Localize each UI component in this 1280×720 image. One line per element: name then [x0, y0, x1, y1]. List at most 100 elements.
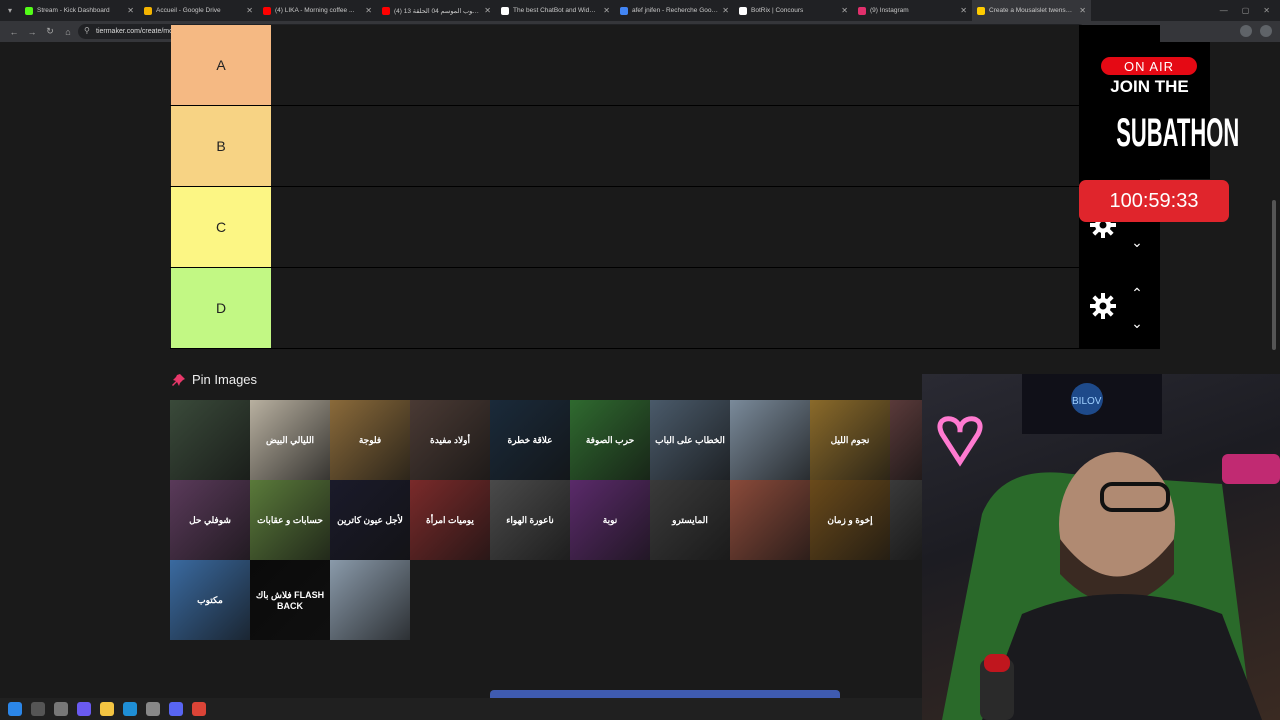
chevron-down-icon[interactable]: ⌄ [1127, 316, 1147, 330]
browser-tab[interactable]: afef jnifen - Recherche Google ✕ [615, 0, 734, 21]
thumbnail-caption: علاقة خطرة [507, 434, 553, 445]
series-thumbnail[interactable] [170, 400, 250, 480]
windows-taskbar [0, 698, 922, 720]
tab-favicon-icon [501, 6, 509, 15]
thumbnail-caption: أولاد مفيدة [429, 434, 471, 445]
series-thumbnail[interactable]: فلاش باك FLASH BACK [250, 560, 330, 640]
browser-tab[interactable]: BotRix | Concours ✕ [734, 0, 853, 21]
tab-title: (4) LIKA - Morning coffee ... [275, 7, 355, 14]
tier-row: D ⌃ ⌄ [170, 268, 1160, 349]
tab-title: (4) مكتوب الموسم 04 الحلقة 13 [394, 7, 481, 15]
browser-tab[interactable]: (9) Instagram ✕ [853, 0, 972, 21]
tier-label[interactable]: A [171, 25, 271, 105]
tier-label-text: D [215, 300, 227, 316]
tab-close-icon[interactable]: ✕ [841, 6, 848, 15]
back-icon[interactable]: ← [8, 27, 20, 37]
tab-title: The best ChatBot and Widget... [513, 7, 600, 14]
series-thumbnail[interactable] [330, 560, 410, 640]
series-thumbnail[interactable]: أولاد مفيدة [410, 400, 490, 480]
series-thumbnail[interactable]: ناعورة الهواء [490, 480, 570, 560]
windows-start-icon[interactable] [8, 702, 22, 716]
tab-close-icon[interactable]: ✕ [1079, 6, 1086, 15]
series-thumbnail[interactable] [730, 400, 810, 480]
tier-drop-zone[interactable] [271, 268, 1079, 348]
chevron-up-icon[interactable]: ⌃ [1127, 286, 1147, 300]
tier-label-text: A [216, 57, 226, 73]
tier-label[interactable]: D [171, 268, 271, 348]
browser-tab[interactable]: Stream - Kick Dashboard ✕ [20, 0, 139, 21]
tier-label[interactable]: C [171, 187, 271, 267]
tab-search-icon[interactable]: ▾ [0, 0, 20, 21]
series-thumbnail[interactable]: مكتوب [170, 560, 250, 640]
series-thumbnail[interactable]: المايسترو [650, 480, 730, 560]
subathon-overlay: ON AIR JOIN THE SUBATHON [1089, 42, 1240, 179]
tier-label-text: C [215, 219, 227, 235]
series-thumbnail[interactable] [730, 480, 810, 560]
tab-close-icon[interactable]: ✕ [960, 6, 967, 15]
series-thumbnail[interactable]: الليالي البيض [250, 400, 330, 480]
maximize-icon[interactable]: ▢ [1242, 6, 1250, 15]
close-icon[interactable]: ✕ [1263, 6, 1270, 15]
site-info-icon[interactable]: ⚲ [84, 26, 90, 35]
svg-text:BILOV: BILOV [1072, 396, 1102, 407]
series-thumbnail[interactable]: علاقة خطرة [490, 400, 570, 480]
webcam-image: BILOV [937, 374, 1280, 720]
minimize-icon[interactable]: — [1220, 6, 1228, 15]
reload-icon[interactable]: ↻ [44, 26, 56, 37]
series-thumbnail[interactable] [890, 400, 922, 480]
extension-icon[interactable] [1240, 25, 1252, 37]
thumbnail-caption: نجوم الليل [830, 434, 870, 445]
series-thumbnail[interactable]: إخوة و زمان [810, 480, 890, 560]
series-thumbnail[interactable] [890, 480, 922, 560]
series-thumbnail[interactable]: يوميات امرأة [410, 480, 490, 560]
forward-icon[interactable]: → [26, 27, 38, 37]
chrome-icon[interactable] [192, 702, 206, 716]
browser-tab[interactable]: Create a Mousalslet twensa T... ✕ [972, 0, 1091, 21]
search-icon[interactable] [31, 702, 45, 716]
tab-title: (9) Instagram [870, 7, 909, 14]
chevron-down-icon[interactable]: ⌄ [1127, 235, 1147, 249]
tier-drop-zone[interactable] [271, 25, 1079, 105]
series-thumbnail[interactable]: شوفلي حل [170, 480, 250, 560]
home-icon[interactable]: ⌂ [62, 27, 74, 37]
discord-icon[interactable] [169, 702, 183, 716]
series-thumbnail[interactable]: حسابات و عقابات [250, 480, 330, 560]
tab-close-icon[interactable]: ✕ [484, 6, 491, 15]
page-scrollbar[interactable] [1272, 200, 1276, 350]
series-thumbnail[interactable]: نجوم الليل [810, 400, 890, 480]
browser-tab-strip: ▾ Stream - Kick Dashboard ✕ Accueil - Goog… [0, 0, 1280, 21]
save-button-bar[interactable] [490, 690, 840, 698]
thumbnail-caption: المايسترو [672, 514, 708, 525]
tab-favicon-icon [25, 6, 33, 15]
tier-label[interactable]: B [171, 106, 271, 186]
tab-close-icon[interactable]: ✕ [603, 6, 610, 15]
file-explorer-icon[interactable] [100, 702, 114, 716]
series-thumbnail[interactable]: حرب الصوفة [570, 400, 650, 480]
series-thumbnail[interactable]: الخطاب على الباب [650, 400, 730, 480]
browser-tab[interactable]: Accueil - Google Drive ✕ [139, 0, 258, 21]
tab-favicon-icon [739, 6, 747, 15]
tab-close-icon[interactable]: ✕ [246, 6, 253, 15]
tab-close-icon[interactable]: ✕ [365, 6, 372, 15]
pin-images-header: Pin Images [172, 372, 257, 387]
settings-icon[interactable] [146, 702, 160, 716]
tab-favicon-icon [144, 6, 152, 15]
gear-icon[interactable] [1089, 292, 1117, 320]
edge-icon[interactable] [123, 702, 137, 716]
tier-drop-zone[interactable] [271, 187, 1079, 267]
pin-images-title: Pin Images [192, 372, 258, 387]
subathon-text: SUBATHON [1116, 111, 1240, 155]
browser-tab[interactable]: The best ChatBot and Widget... ✕ [496, 0, 615, 21]
task-view-icon[interactable] [54, 702, 68, 716]
series-thumbnail[interactable]: فلوجة [330, 400, 410, 480]
series-thumbnail[interactable]: لأجل عيون كاترين [330, 480, 410, 560]
browser-tab[interactable]: (4) LIKA - Morning coffee ... ✕ [258, 0, 377, 21]
copilot-icon[interactable] [77, 702, 91, 716]
tab-favicon-icon [620, 6, 628, 15]
series-thumbnail[interactable]: نوبة [570, 480, 650, 560]
tab-close-icon[interactable]: ✕ [722, 6, 729, 15]
browser-tab[interactable]: (4) مكتوب الموسم 04 الحلقة 13 ✕ [377, 0, 496, 21]
tab-close-icon[interactable]: ✕ [127, 6, 134, 15]
tier-drop-zone[interactable] [271, 106, 1079, 186]
profile-avatar[interactable] [1260, 25, 1272, 37]
